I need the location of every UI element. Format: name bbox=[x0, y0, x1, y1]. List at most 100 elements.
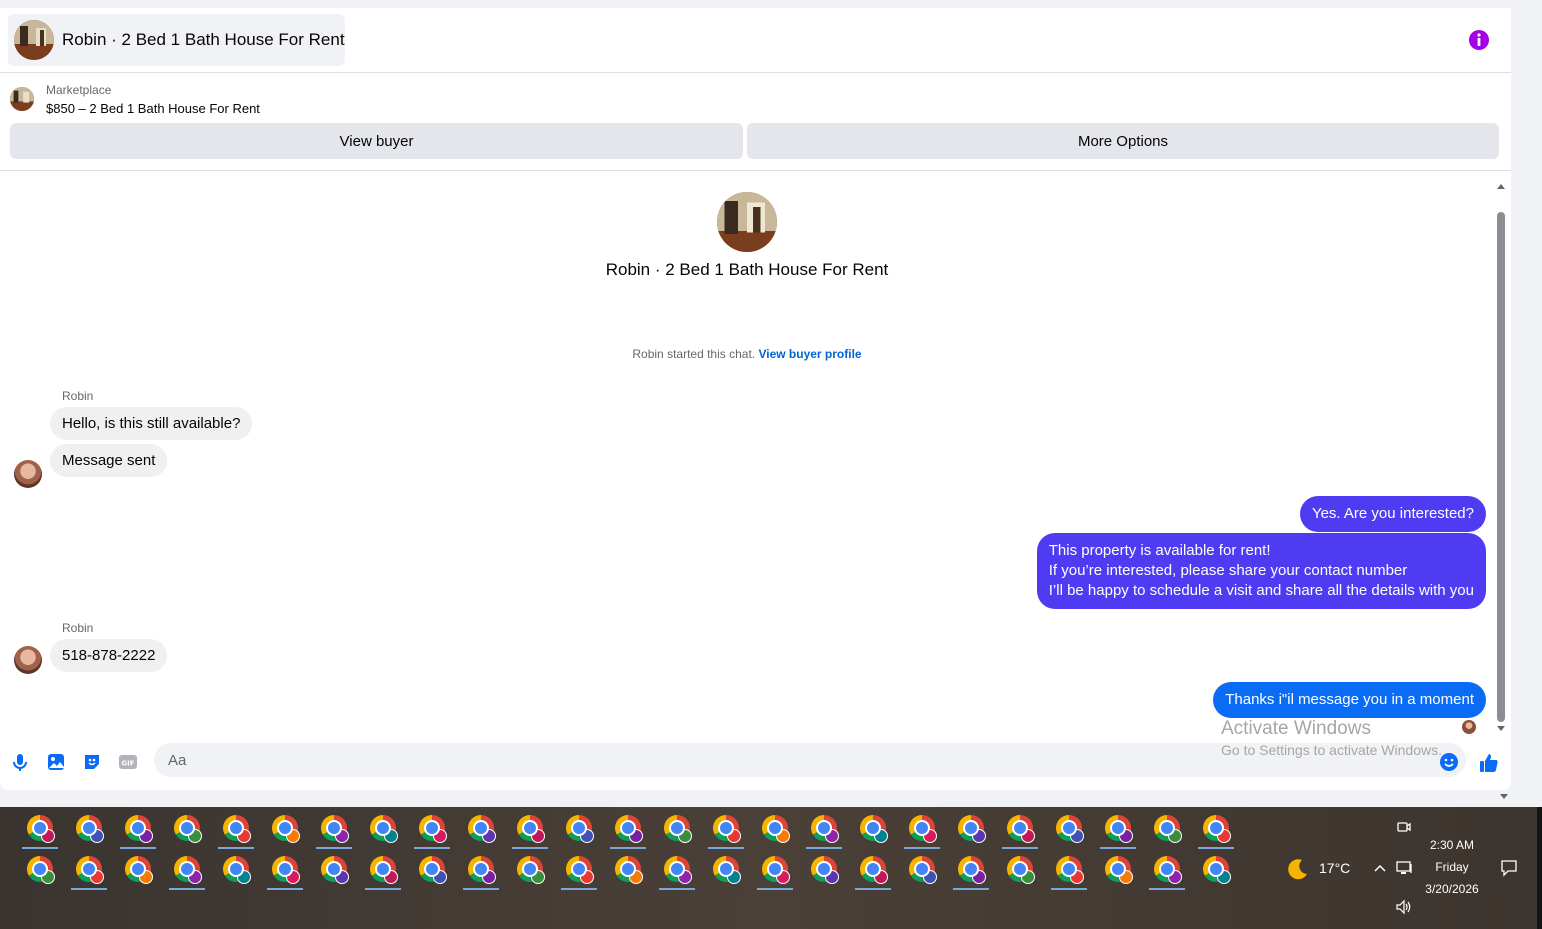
listing-price-title[interactable]: $850 – 2 Bed 1 Bath House For Rent bbox=[46, 101, 260, 116]
chrome-profile-icon[interactable] bbox=[76, 815, 104, 843]
chrome-profile-icon[interactable] bbox=[1154, 815, 1182, 843]
robin-avatar[interactable] bbox=[14, 646, 42, 674]
chrome-profile-icon[interactable] bbox=[174, 815, 202, 843]
chrome-profile-icon[interactable] bbox=[517, 856, 545, 884]
chrome-profile-icon[interactable] bbox=[664, 815, 692, 843]
marketplace-label: Marketplace bbox=[46, 83, 112, 97]
microphone-icon[interactable] bbox=[10, 752, 30, 772]
more-options-button[interactable]: More Options bbox=[747, 123, 1499, 159]
notification-icon[interactable] bbox=[1500, 859, 1518, 877]
chrome-profile-icon[interactable] bbox=[860, 856, 888, 884]
volume-icon[interactable] bbox=[1395, 899, 1413, 915]
thumbs-up-icon[interactable] bbox=[1478, 752, 1498, 772]
chrome-profile-icon[interactable] bbox=[615, 856, 643, 884]
clock-time[interactable]: 2:30 AM bbox=[1420, 838, 1484, 852]
chrome-profile-icon[interactable] bbox=[321, 815, 349, 843]
chrome-profile-icon[interactable] bbox=[615, 815, 643, 843]
chrome-profile-icon[interactable] bbox=[713, 815, 741, 843]
chrome-profile-icon[interactable] bbox=[468, 815, 496, 843]
meet-now-icon[interactable] bbox=[1396, 819, 1412, 835]
sticker-icon[interactable] bbox=[82, 752, 102, 772]
chrome-profile-icon[interactable] bbox=[370, 815, 398, 843]
network-icon[interactable] bbox=[1396, 860, 1414, 876]
clock-date[interactable]: 3/20/2026 bbox=[1420, 882, 1484, 896]
chat-panel: Robin · 2 Bed 1 Bath House For Rent Mark… bbox=[0, 8, 1511, 790]
active-app-indicator bbox=[512, 847, 548, 849]
message-thread[interactable]: Robin · 2 Bed 1 Bath House For Rent Robi… bbox=[0, 178, 1494, 738]
chrome-profile-icon[interactable] bbox=[272, 856, 300, 884]
chrome-icon bbox=[566, 856, 594, 884]
chrome-profile-icon[interactable] bbox=[1154, 856, 1182, 884]
chrome-profile-icon[interactable] bbox=[811, 815, 839, 843]
conversation-title-chip[interactable]: Robin · 2 Bed 1 Bath House For Rent bbox=[8, 14, 345, 66]
thread-scrollbar[interactable] bbox=[1494, 178, 1508, 738]
chrome-profile-icon[interactable] bbox=[321, 856, 349, 884]
chrome-profile-icon[interactable] bbox=[223, 856, 251, 884]
chrome-profile-icon[interactable] bbox=[517, 815, 545, 843]
chrome-profile-icon[interactable] bbox=[1105, 856, 1133, 884]
scroll-up-arrow[interactable] bbox=[1497, 184, 1505, 189]
chrome-icon bbox=[370, 856, 398, 884]
incoming-message[interactable]: 518-878-2222 bbox=[50, 639, 168, 672]
chrome-profile-icon[interactable] bbox=[958, 815, 986, 843]
chrome-profile-icon[interactable] bbox=[1203, 815, 1231, 843]
view-buyer-profile-link[interactable]: View buyer profile bbox=[758, 347, 861, 361]
chrome-profile-icon[interactable] bbox=[125, 856, 153, 884]
chrome-profile-icon[interactable] bbox=[27, 815, 55, 843]
listing-thumbnail[interactable] bbox=[10, 87, 34, 111]
clock-day[interactable]: Friday bbox=[1420, 860, 1484, 874]
outgoing-message[interactable]: Yes. Are you interested? bbox=[1299, 496, 1486, 532]
profile-badge bbox=[433, 829, 447, 843]
chrome-profile-icon[interactable] bbox=[27, 856, 55, 884]
weather-moon-icon[interactable] bbox=[1286, 857, 1310, 881]
listing-avatar bbox=[14, 20, 54, 60]
chrome-profile-icon[interactable] bbox=[713, 856, 741, 884]
chrome-profile-icon[interactable] bbox=[174, 856, 202, 884]
outgoing-message-multiline[interactable]: This property is available for rent! If … bbox=[1036, 533, 1486, 609]
chrome-profile-icon[interactable] bbox=[860, 815, 888, 843]
scroll-down-arrow[interactable] bbox=[1497, 726, 1505, 731]
chrome-profile-icon[interactable] bbox=[419, 815, 447, 843]
view-buyer-button[interactable]: View buyer bbox=[10, 123, 743, 159]
gif-icon[interactable]: GIF bbox=[118, 752, 138, 772]
scroll-thumb[interactable] bbox=[1497, 212, 1505, 722]
chrome-profile-icon[interactable] bbox=[1007, 856, 1035, 884]
chrome-profile-icon[interactable] bbox=[1007, 815, 1035, 843]
chrome-profile-icon[interactable] bbox=[1056, 856, 1084, 884]
profile-badge bbox=[237, 870, 251, 884]
incoming-message[interactable]: Message sent bbox=[50, 444, 168, 477]
chrome-icon bbox=[517, 856, 545, 884]
info-icon[interactable] bbox=[1468, 29, 1490, 51]
robin-avatar[interactable] bbox=[14, 460, 42, 488]
emoji-icon[interactable] bbox=[1439, 752, 1459, 772]
chrome-profile-icon[interactable] bbox=[909, 856, 937, 884]
chrome-profile-icon[interactable] bbox=[76, 856, 104, 884]
chrome-profile-icon[interactable] bbox=[958, 856, 986, 884]
chrome-profile-icon[interactable] bbox=[909, 815, 937, 843]
chrome-profile-icon[interactable] bbox=[762, 856, 790, 884]
chrome-profile-icon[interactable] bbox=[272, 815, 300, 843]
incoming-message[interactable]: Hello, is this still available? bbox=[50, 407, 253, 440]
chrome-profile-icon[interactable] bbox=[1056, 815, 1084, 843]
chrome-profile-icon[interactable] bbox=[762, 815, 790, 843]
image-icon[interactable] bbox=[46, 752, 66, 772]
profile-badge bbox=[972, 829, 986, 843]
taskbar-edge bbox=[1537, 807, 1542, 929]
chrome-profile-icon[interactable] bbox=[664, 856, 692, 884]
chrome-profile-icon[interactable] bbox=[811, 856, 839, 884]
chrome-profile-icon[interactable] bbox=[1105, 815, 1133, 843]
chrome-profile-icon[interactable] bbox=[468, 856, 496, 884]
chrome-profile-icon[interactable] bbox=[566, 856, 594, 884]
chrome-profile-icon[interactable] bbox=[1203, 856, 1231, 884]
weather-temperature[interactable]: 17°C bbox=[1319, 860, 1350, 876]
chrome-profile-icon[interactable] bbox=[566, 815, 594, 843]
chrome-icon bbox=[1056, 815, 1084, 843]
chevron-up-icon[interactable] bbox=[1373, 861, 1387, 875]
outgoing-message[interactable]: Thanks i"il message you in a moment bbox=[1213, 682, 1486, 718]
chrome-profile-icon[interactable] bbox=[419, 856, 447, 884]
chrome-profile-icon[interactable] bbox=[223, 815, 251, 843]
page-scroll-down-arrow[interactable] bbox=[1500, 794, 1508, 799]
profile-badge bbox=[629, 829, 643, 843]
chrome-profile-icon[interactable] bbox=[370, 856, 398, 884]
chrome-profile-icon[interactable] bbox=[125, 815, 153, 843]
